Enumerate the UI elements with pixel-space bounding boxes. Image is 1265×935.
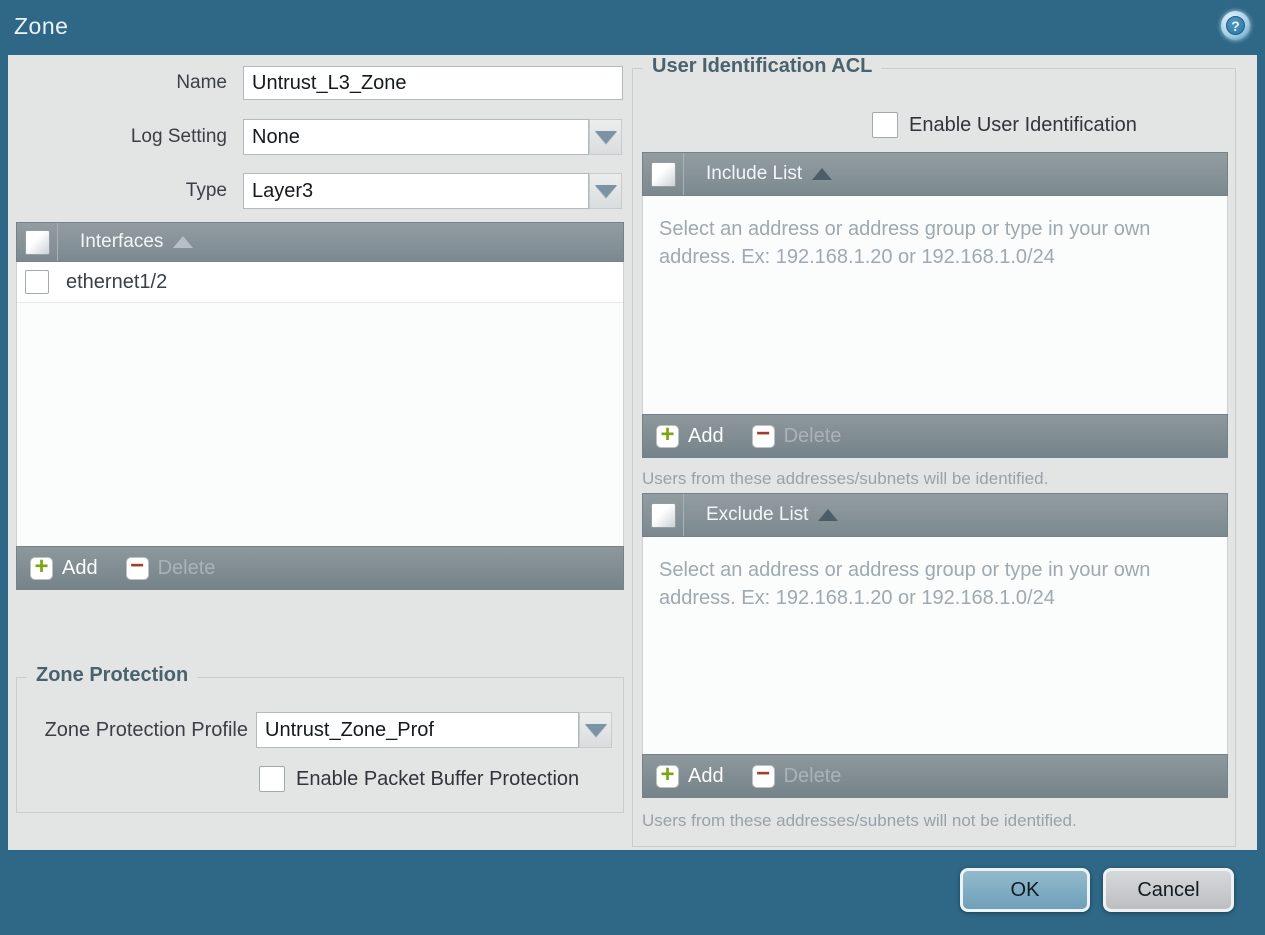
table-row[interactable]: ethernet1/2	[17, 262, 623, 303]
interfaces-column-header: Interfaces	[80, 231, 164, 252]
sort-asc-icon[interactable]	[818, 509, 839, 521]
interfaces-select-all-checkbox[interactable]	[24, 229, 50, 255]
interfaces-table-body: ethernet1/2	[16, 262, 624, 546]
add-button[interactable]: + Add	[656, 420, 724, 448]
exclude-list-column-header: Exclude List	[706, 504, 809, 525]
user-identification-section: User Identification ACL Enable User Iden…	[632, 55, 1236, 847]
packet-buffer-protection-label: Enable Packet Buffer Protection	[296, 767, 580, 790]
include-list-caption: Users from these addresses/subnets will …	[642, 469, 1049, 488]
zone-protection-section: Zone Protection Zone Protection Profile …	[16, 664, 624, 813]
include-list-footer: + Add − Delete	[642, 414, 1228, 458]
help-icon: ?	[1226, 16, 1245, 35]
zone-protection-profile-input[interactable]	[256, 712, 579, 748]
chevron-down-icon	[584, 723, 607, 737]
add-button[interactable]: + Add	[656, 760, 724, 788]
include-list-table: Include List Select an address or addres…	[642, 152, 1228, 458]
plus-icon: +	[660, 420, 675, 448]
dialog-title: Zone	[14, 13, 69, 39]
include-list-column-header: Include List	[706, 163, 803, 184]
zone-protection-legend: Zone Protection	[27, 664, 198, 687]
enable-user-identification-label: Enable User Identification	[909, 113, 1137, 136]
delete-button[interactable]: − Delete	[751, 420, 841, 448]
ok-button[interactable]: OK	[960, 868, 1090, 912]
include-list-placeholder: Select an address or address group or ty…	[659, 218, 1151, 268]
log-setting-label: Log Setting	[130, 126, 227, 147]
interface-name: ethernet1/2	[66, 270, 168, 293]
chevron-down-icon	[594, 130, 617, 144]
row-checkbox[interactable]	[25, 270, 49, 294]
log-setting-dropdown-button[interactable]	[589, 119, 622, 155]
exclude-list-body[interactable]: Select an address or address group or ty…	[642, 537, 1228, 754]
delete-button[interactable]: − Delete	[125, 552, 215, 580]
zone-protection-profile-dropdown-button[interactable]	[579, 712, 612, 748]
interfaces-table-header: Interfaces	[16, 222, 624, 262]
minus-icon: −	[756, 760, 771, 787]
type-input[interactable]	[243, 173, 589, 209]
add-button[interactable]: + Add	[30, 552, 98, 580]
sort-asc-icon[interactable]	[812, 168, 833, 180]
include-list-header: Include List	[642, 152, 1228, 196]
log-setting-input[interactable]	[243, 119, 589, 155]
cancel-button[interactable]: Cancel	[1103, 868, 1234, 912]
type-dropdown-button[interactable]	[589, 173, 622, 209]
exclude-list-placeholder: Select an address or address group or ty…	[659, 559, 1151, 609]
name-label: Name	[176, 72, 227, 93]
type-label: Type	[185, 180, 227, 201]
user-identification-legend: User Identification ACL	[643, 55, 882, 78]
exclude-list-footer: + Add − Delete	[642, 754, 1228, 798]
include-select-all-checkbox[interactable]	[650, 161, 676, 187]
plus-icon: +	[660, 760, 675, 788]
delete-button[interactable]: − Delete	[751, 760, 841, 788]
exclude-list-header: Exclude List	[642, 493, 1228, 537]
minus-icon: −	[130, 552, 145, 579]
dialog-body: Name Log Setting Type Interfaces	[8, 55, 1257, 850]
chevron-down-icon	[594, 184, 617, 198]
include-list-body[interactable]: Select an address or address group or ty…	[642, 196, 1228, 414]
sort-asc-icon[interactable]	[173, 236, 194, 248]
interfaces-table: Interfaces ethernet1/2 + Add − Delete	[16, 222, 624, 590]
name-input[interactable]	[243, 66, 623, 100]
enable-user-identification-checkbox[interactable]	[872, 112, 898, 138]
plus-icon: +	[34, 552, 49, 580]
packet-buffer-protection-checkbox[interactable]	[259, 766, 285, 792]
exclude-select-all-checkbox[interactable]	[650, 502, 676, 528]
exclude-list-caption: Users from these addresses/subnets will …	[642, 811, 1077, 830]
zone-protection-profile-label: Zone Protection Profile	[44, 718, 248, 741]
minus-icon: −	[756, 420, 771, 447]
interfaces-table-footer: + Add − Delete	[16, 546, 624, 590]
help-button[interactable]: ?	[1221, 11, 1250, 40]
exclude-list-table: Exclude List Select an address or addres…	[642, 493, 1228, 798]
